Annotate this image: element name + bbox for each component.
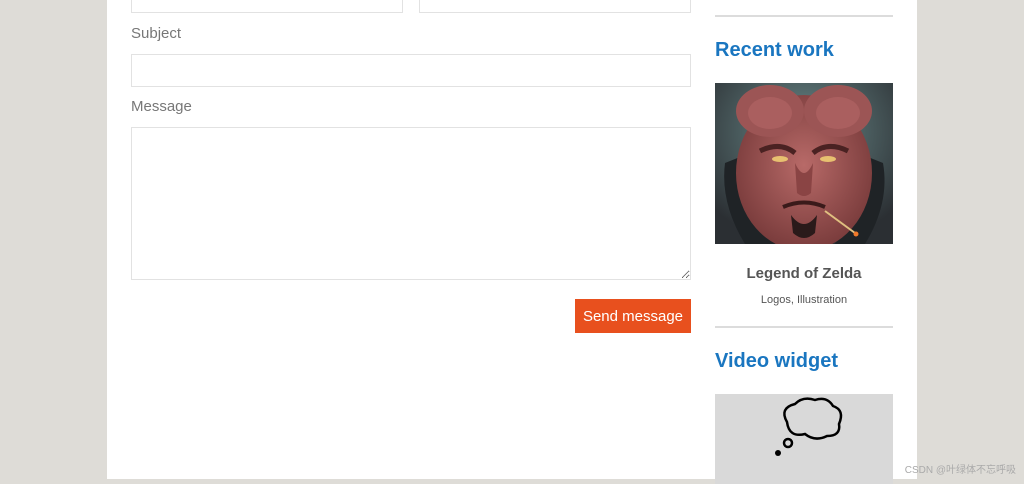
message-label: Message — [131, 98, 192, 115]
recent-work-item-tags: Logos, Illustration — [760, 294, 848, 306]
send-message-button[interactable]: Send message — [575, 299, 691, 333]
recent-work-item-title[interactable]: Legend of Zelda — [715, 265, 893, 282]
video-widget-title: Video widget — [715, 350, 838, 372]
recent-work-thumbnail[interactable] — [715, 83, 893, 244]
subject-input[interactable] — [131, 54, 691, 87]
name-field[interactable] — [131, 0, 403, 13]
watermark: CSDN @叶绿体不忘呼吸 — [904, 465, 1016, 476]
character-illustration — [715, 83, 893, 244]
subject-label: Subject — [131, 25, 182, 42]
recent-work-title: Recent work — [715, 39, 834, 61]
sidebar-divider — [715, 15, 893, 17]
message-textarea[interactable] — [131, 127, 691, 280]
video-player[interactable] — [715, 394, 893, 484]
sidebar-divider — [715, 326, 893, 328]
page-content: Subject Message Send message Recent work — [107, 0, 917, 484]
email-field[interactable] — [419, 0, 691, 13]
thought-bubble-icon — [775, 397, 843, 456]
